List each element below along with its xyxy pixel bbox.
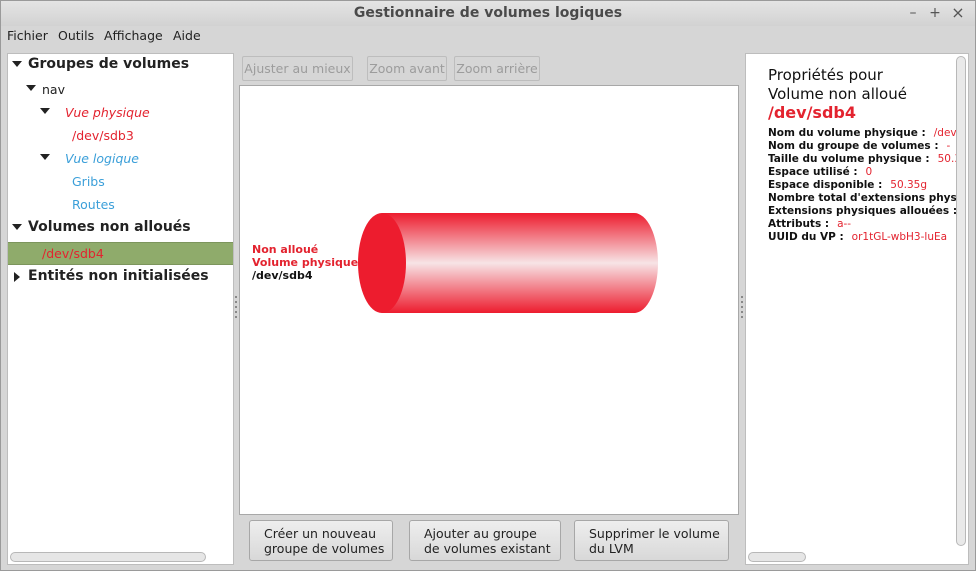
window-title: Gestionnaire de volumes logiques xyxy=(353,5,623,21)
property-key: Espace utilisé : xyxy=(768,166,858,178)
property-row: Nom du groupe de volumes :- xyxy=(768,140,950,152)
create-volume-group-button[interactable]: Créer un nouveau groupe de volumes xyxy=(249,520,393,561)
property-key: Extensions physiques allouées : xyxy=(768,205,956,217)
property-value: 0 xyxy=(865,166,873,178)
pane-resize-handle[interactable] xyxy=(235,296,238,322)
tree-label: Vue logique xyxy=(65,151,139,166)
properties-device: /dev/sdb4 xyxy=(768,103,856,122)
tree-label: Vue physique xyxy=(65,105,150,120)
button-line-2: groupe de volumes xyxy=(264,541,385,556)
tree-label: /dev/sdb3 xyxy=(72,128,134,143)
properties-content: Propriétés pour Volume non alloué /dev/s… xyxy=(746,54,956,550)
properties-panel: Propriétés pour Volume non alloué /dev/s… xyxy=(745,53,969,565)
expander-down-icon[interactable] xyxy=(12,224,22,230)
volume-canvas[interactable]: Non alloué Volume physique /dev/sdb4 xyxy=(239,85,739,515)
tree-label: Volumes non alloués xyxy=(28,219,191,235)
button-line-2: du LVM xyxy=(589,541,634,556)
tree-item-uninitialized[interactable]: Entités non initialisées xyxy=(8,267,233,289)
horizontal-scrollbar[interactable] xyxy=(748,552,806,562)
property-key: UUID du VP : xyxy=(768,231,844,243)
property-row: Attributs : a-- xyxy=(768,218,851,230)
property-row: Espace disponible : 50.35g xyxy=(768,179,927,191)
close-icon[interactable]: × xyxy=(950,4,966,22)
property-value: a-- xyxy=(837,218,852,230)
tree-label: nav xyxy=(42,82,65,97)
tree-item-physical-view[interactable]: Vue physique xyxy=(8,102,233,124)
cylinder-end-cap xyxy=(358,213,406,313)
tree-label: Gribs xyxy=(72,174,105,189)
tree-item-sdb3[interactable]: /dev/sdb3 xyxy=(8,125,233,147)
menu-outils[interactable]: Outils xyxy=(58,28,94,43)
add-to-volume-group-button[interactable]: Ajouter au groupe de volumes existant xyxy=(409,520,561,561)
volume-tree: Groupes de volumes nav Vue physique /dev… xyxy=(7,53,234,565)
expander-right-icon[interactable] xyxy=(14,272,20,282)
tree-item-routes[interactable]: Routes xyxy=(8,194,233,216)
tree-item-unallocated[interactable]: Volumes non alloués xyxy=(8,218,233,240)
property-row: Taille du volume physique : 50.35g xyxy=(768,153,956,165)
tree-label: Routes xyxy=(72,197,115,212)
cylinder-graphic[interactable] xyxy=(358,210,678,320)
property-key: Nom du volume physique : xyxy=(768,127,926,139)
pane-resize-handle[interactable] xyxy=(741,296,744,322)
menu-aide[interactable]: Aide xyxy=(173,28,201,43)
expander-down-icon[interactable] xyxy=(26,85,36,91)
property-key: Nom du groupe de volumes : xyxy=(768,140,939,152)
property-key: Nombre total d'extensions physiques : xyxy=(768,192,956,204)
title-bar[interactable]: Gestionnaire de volumes logiques – + × xyxy=(1,1,975,26)
property-value: or1tGL-wbH3-luEa xyxy=(851,231,948,243)
expander-down-icon[interactable] xyxy=(40,154,50,160)
property-row: Nombre total d'extensions physiques : xyxy=(768,192,956,204)
tree-item-volume-groups[interactable]: Groupes de volumes xyxy=(8,55,233,77)
menu-bar: Fichier Outils Affichage Aide xyxy=(1,26,975,46)
property-key: Taille du volume physique : xyxy=(768,153,930,165)
property-key: Espace disponible : xyxy=(768,179,883,191)
property-value: - xyxy=(946,140,951,152)
property-row: UUID du VP : or1tGL-wbH3-luEa xyxy=(768,231,947,243)
property-row: Extensions physiques allouées : xyxy=(768,205,956,217)
property-value: /dev/sdb4 xyxy=(933,127,956,139)
canvas-label-physical-volume: Volume physique xyxy=(252,256,359,269)
expander-down-icon[interactable] xyxy=(40,108,50,114)
cylinder-body xyxy=(382,213,658,313)
fit-button[interactable]: Ajuster au mieux xyxy=(242,56,353,81)
button-line-1: Créer un nouveau xyxy=(264,526,377,541)
main-window: Gestionnaire de volumes logiques – + × F… xyxy=(0,0,976,571)
canvas-label-unallocated: Non alloué xyxy=(252,243,319,256)
menu-fichier[interactable]: Fichier xyxy=(7,28,48,43)
button-line-1: Supprimer le volume xyxy=(589,526,720,541)
tree-label: /dev/sdb4 xyxy=(42,246,104,261)
tree-item-gribs[interactable]: Gribs xyxy=(8,171,233,193)
property-row: Espace utilisé : 0 xyxy=(768,166,872,178)
properties-title-line1: Propriétés pour xyxy=(768,66,883,84)
property-row: Nom du volume physique : /dev/sdb4 xyxy=(768,127,956,139)
tree-item-group-nav[interactable]: nav xyxy=(8,79,233,101)
property-value: 50.35g xyxy=(890,179,928,191)
minimize-icon[interactable]: – xyxy=(905,4,921,22)
tree-item-sdb4[interactable]: /dev/sdb4 xyxy=(8,242,233,265)
button-line-2: de volumes existant xyxy=(424,541,551,556)
expander-down-icon[interactable] xyxy=(12,61,22,67)
properties-title-line2: Volume non alloué xyxy=(768,85,907,103)
tree-label: Entités non initialisées xyxy=(28,268,209,284)
zoom-out-button[interactable]: Zoom arrière xyxy=(454,56,540,81)
canvas-label-device: /dev/sdb4 xyxy=(252,269,313,282)
vertical-scrollbar[interactable] xyxy=(956,56,966,546)
tree-item-logical-view[interactable]: Vue logique xyxy=(8,148,233,170)
property-value: 50.35g xyxy=(937,153,956,165)
button-line-1: Ajouter au groupe xyxy=(424,526,537,541)
maximize-icon[interactable]: + xyxy=(927,4,943,22)
remove-from-lvm-button[interactable]: Supprimer le volume du LVM xyxy=(574,520,729,561)
horizontal-scrollbar[interactable] xyxy=(10,552,206,562)
menu-affichage[interactable]: Affichage xyxy=(104,28,163,43)
tree-label: Groupes de volumes xyxy=(28,56,190,72)
zoom-in-button[interactable]: Zoom avant xyxy=(367,56,447,81)
property-key: Attributs : xyxy=(768,218,830,230)
